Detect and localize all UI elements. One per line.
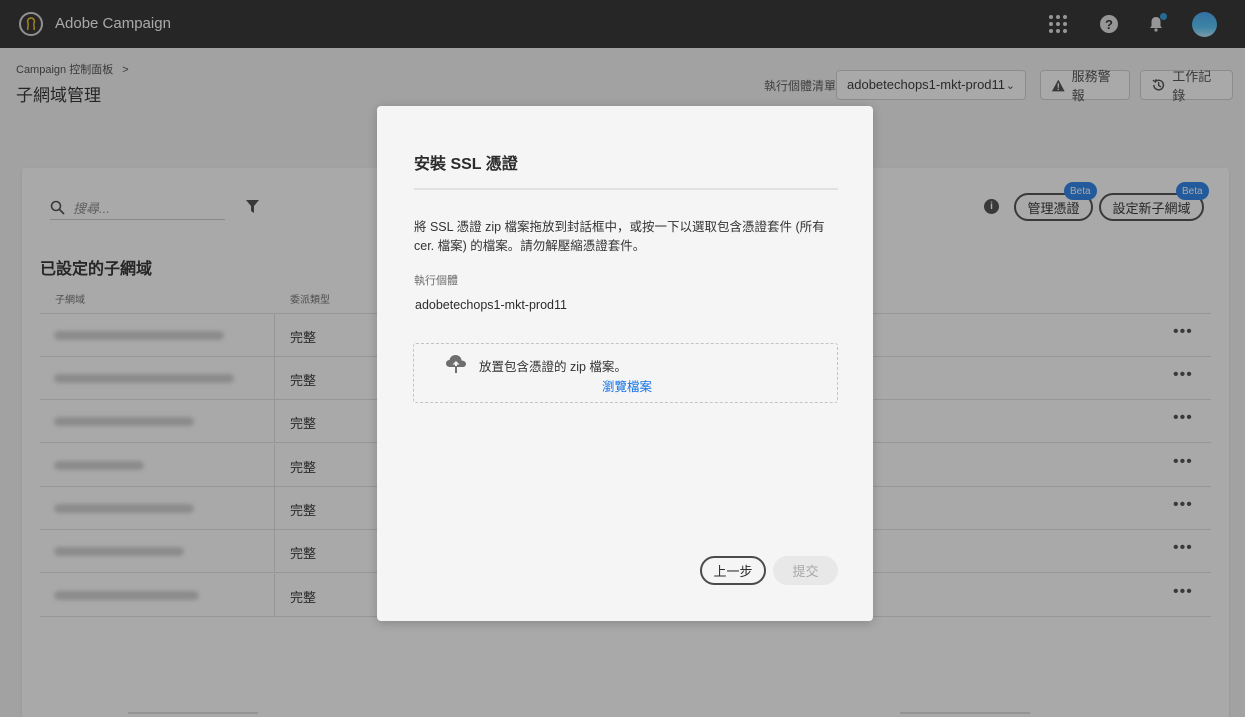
file-dropzone[interactable]: 放置包含憑證的 zip 檔案。 瀏覽檔案 <box>413 343 838 403</box>
browse-files-link[interactable]: 瀏覽檔案 <box>602 376 652 395</box>
install-ssl-dialog: 安裝 SSL 憑證 將 SSL 憑證 zip 檔案拖放到封話框中，或按一下以選取… <box>377 106 873 621</box>
dialog-divider <box>414 188 838 190</box>
dialog-description: 將 SSL 憑證 zip 檔案拖放到封話框中，或按一下以選取包含憑證套件 (所有… <box>414 220 825 253</box>
instance-label: 執行個體 <box>414 275 458 287</box>
back-button[interactable]: 上一步 <box>700 556 766 585</box>
dialog-title: 安裝 SSL 憑證 <box>414 156 518 173</box>
dropzone-text: 放置包含憑證的 zip 檔案。 <box>479 360 627 374</box>
cloud-upload-icon <box>446 355 466 373</box>
instance-value: adobetechops1-mkt-prod11 <box>415 298 567 312</box>
submit-button[interactable]: 提交 <box>773 556 838 585</box>
